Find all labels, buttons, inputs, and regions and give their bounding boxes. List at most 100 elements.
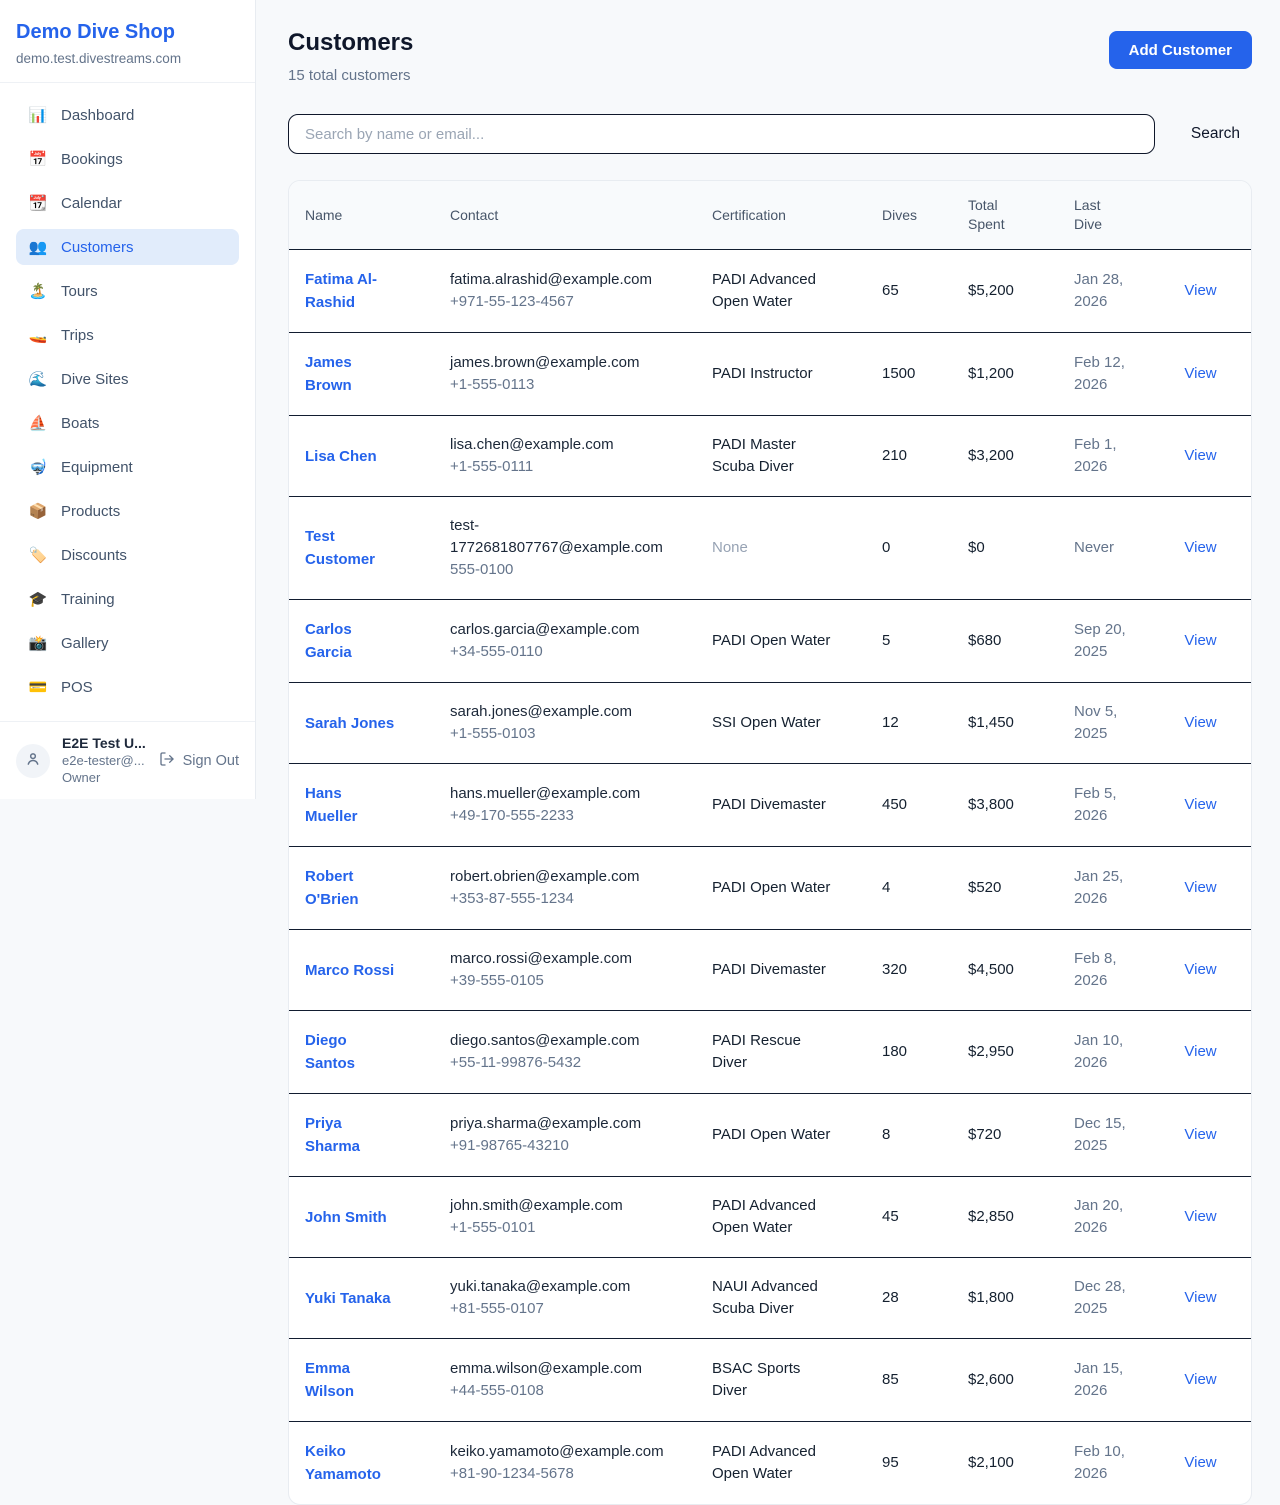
customer-email: priya.sharma@example.com bbox=[450, 1113, 680, 1135]
cell-contact: keiko.yamamoto@example.com+81-90-1234-56… bbox=[434, 1422, 696, 1505]
cell-name: John Smith bbox=[289, 1177, 434, 1258]
view-customer-link[interactable]: View bbox=[1184, 1371, 1216, 1388]
customer-email: test-1772681807767@example.com bbox=[450, 515, 680, 559]
view-customer-link[interactable]: View bbox=[1184, 879, 1216, 896]
sidebar-item-products[interactable]: 📦Products bbox=[16, 493, 239, 529]
cell-total-spent: $2,950 bbox=[952, 1011, 1058, 1094]
customer-phone: +55-11-99876-5432 bbox=[450, 1052, 680, 1074]
view-customer-link[interactable]: View bbox=[1184, 365, 1216, 382]
customer-name-link[interactable]: Sarah Jones bbox=[305, 712, 394, 735]
cell-total-spent: $520 bbox=[952, 847, 1058, 930]
add-customer-button[interactable]: Add Customer bbox=[1109, 31, 1252, 69]
view-customer-link[interactable]: View bbox=[1184, 1126, 1216, 1143]
cell-actions: View bbox=[1148, 1422, 1252, 1505]
cell-contact: priya.sharma@example.com+91-98765-43210 bbox=[434, 1094, 696, 1177]
cell-dives: 85 bbox=[866, 1339, 952, 1422]
customer-phone: +353-87-555-1234 bbox=[450, 888, 680, 910]
customer-phone: +39-555-0105 bbox=[450, 970, 680, 992]
view-customer-link[interactable]: View bbox=[1184, 282, 1216, 299]
cell-name: Test Customer bbox=[289, 497, 434, 600]
view-customer-link[interactable]: View bbox=[1184, 714, 1216, 731]
sidebar-item-dive-sites[interactable]: 🌊Dive Sites bbox=[16, 361, 239, 397]
sidebar-item-dashboard[interactable]: 📊Dashboard bbox=[16, 97, 239, 133]
customer-name-link[interactable]: Carlos Garcia bbox=[305, 618, 398, 664]
customer-certification: PADI Open Water bbox=[712, 630, 830, 652]
customer-name-link[interactable]: Keiko Yamamoto bbox=[305, 1440, 398, 1486]
sidebar-item-label: Gallery bbox=[61, 635, 109, 652]
customer-name-link[interactable]: Emma Wilson bbox=[305, 1357, 398, 1403]
view-customer-link[interactable]: View bbox=[1184, 447, 1216, 464]
label-icon: 🏷️ bbox=[28, 546, 48, 564]
cell-total-spent: $3,800 bbox=[952, 764, 1058, 847]
view-customer-link[interactable]: View bbox=[1184, 632, 1216, 649]
view-customer-link[interactable]: View bbox=[1184, 1043, 1216, 1060]
customer-phone: +91-98765-43210 bbox=[450, 1135, 680, 1157]
sidebar-item-customers[interactable]: 👥Customers bbox=[16, 229, 239, 265]
table-row: Test Customer test-1772681807767@example.… bbox=[289, 497, 1252, 600]
view-customer-link[interactable]: View bbox=[1184, 539, 1216, 556]
customer-email: yuki.tanaka@example.com bbox=[450, 1276, 680, 1298]
cell-actions: View bbox=[1148, 333, 1252, 416]
customer-name-link[interactable]: Hans Mueller bbox=[305, 782, 398, 828]
cell-contact: yuki.tanaka@example.com+81-555-0107 bbox=[434, 1258, 696, 1339]
cell-last-dive: Jan 20, 2026 bbox=[1058, 1177, 1148, 1258]
customer-name-link[interactable]: John Smith bbox=[305, 1206, 387, 1229]
sidebar-item-training[interactable]: 🎓Training bbox=[16, 581, 239, 617]
cell-contact: carlos.garcia@example.com+34-555-0110 bbox=[434, 600, 696, 683]
customer-name-link[interactable]: James Brown bbox=[305, 351, 398, 397]
cell-contact: sarah.jones@example.com+1-555-0103 bbox=[434, 683, 696, 764]
customer-phone: +34-555-0110 bbox=[450, 641, 680, 663]
cell-last-dive: Nov 5, 2025 bbox=[1058, 683, 1148, 764]
view-customer-link[interactable]: View bbox=[1184, 1208, 1216, 1225]
sidebar-item-pos[interactable]: 💳POS bbox=[16, 669, 239, 705]
customer-name-link[interactable]: Test Customer bbox=[305, 525, 398, 571]
credit-card-icon: 💳 bbox=[28, 678, 48, 696]
customer-name-link[interactable]: Yuki Tanaka bbox=[305, 1287, 391, 1310]
sidebar-item-boats[interactable]: ⛵Boats bbox=[16, 405, 239, 441]
sidebar-item-trips[interactable]: 🚤Trips bbox=[16, 317, 239, 353]
sidebar-item-tours[interactable]: 🏝️Tours bbox=[16, 273, 239, 309]
sidebar-item-bookings[interactable]: 📅Bookings bbox=[16, 141, 239, 177]
customer-certification: PADI Master Scuba Diver bbox=[712, 434, 838, 478]
customer-name-link[interactable]: Marco Rossi bbox=[305, 959, 394, 982]
cell-contact: john.smith@example.com+1-555-0101 bbox=[434, 1177, 696, 1258]
cell-last-dive: Jan 15, 2026 bbox=[1058, 1339, 1148, 1422]
cell-certification: PADI Advanced Open Water bbox=[696, 1177, 866, 1258]
search-button[interactable]: Search bbox=[1179, 121, 1252, 147]
table-row: Keiko Yamamoto keiko.yamamoto@example.com… bbox=[289, 1422, 1252, 1505]
view-customer-link[interactable]: View bbox=[1184, 796, 1216, 813]
cell-actions: View bbox=[1148, 764, 1252, 847]
customer-phone: 555-0100 bbox=[450, 559, 680, 581]
sidebar-item-discounts[interactable]: 🏷️Discounts bbox=[16, 537, 239, 573]
page-header-text: Customers 15 total customers bbox=[288, 28, 413, 84]
sign-out-button[interactable]: Sign Out bbox=[159, 751, 239, 771]
customer-name-link[interactable]: Lisa Chen bbox=[305, 445, 377, 468]
customer-name-link[interactable]: Robert O'Brien bbox=[305, 865, 398, 911]
customer-name-link[interactable]: Fatima Al-Rashid bbox=[305, 268, 398, 314]
customer-name-link[interactable]: Diego Santos bbox=[305, 1029, 398, 1075]
customer-phone: +49-170-555-2233 bbox=[450, 805, 680, 827]
cell-total-spent: $4,500 bbox=[952, 930, 1058, 1011]
customer-certification: PADI Advanced Open Water bbox=[712, 1441, 838, 1485]
view-customer-link[interactable]: View bbox=[1184, 1289, 1216, 1306]
customer-certification: SSI Open Water bbox=[712, 712, 821, 734]
speedboat-icon: 🚤 bbox=[28, 326, 48, 344]
cell-certification: PADI Advanced Open Water bbox=[696, 250, 866, 333]
cell-certification: PADI Advanced Open Water bbox=[696, 1422, 866, 1505]
customer-name-link[interactable]: Priya Sharma bbox=[305, 1112, 398, 1158]
cell-certification: PADI Divemaster bbox=[696, 764, 866, 847]
sidebar-item-equipment[interactable]: 🤿Equipment bbox=[16, 449, 239, 485]
view-customer-link[interactable]: View bbox=[1184, 1454, 1216, 1471]
view-customer-link[interactable]: View bbox=[1184, 961, 1216, 978]
table-row: Emma Wilsonemma.wilson@example.com+44-55… bbox=[289, 1339, 1252, 1422]
sidebar-item-gallery[interactable]: 📸Gallery bbox=[16, 625, 239, 661]
sidebar: Demo Dive Shop demo.test.divestreams.com… bbox=[0, 0, 256, 799]
sidebar-item-calendar[interactable]: 📆Calendar bbox=[16, 185, 239, 221]
customer-count: 15 total customers bbox=[288, 67, 413, 84]
search-input[interactable] bbox=[288, 114, 1155, 154]
customer-email: carlos.garcia@example.com bbox=[450, 619, 680, 641]
table-row: Carlos Garcia carlos.garcia@example.com+3… bbox=[289, 600, 1252, 683]
bar-chart-icon: 📊 bbox=[28, 106, 48, 124]
sidebar-nav: 📊Dashboard 📅Bookings 📆Calendar 👥Customers 🏝️… bbox=[0, 83, 255, 721]
cell-contact: test-1772681807767@example.com555-0100 bbox=[434, 497, 696, 600]
